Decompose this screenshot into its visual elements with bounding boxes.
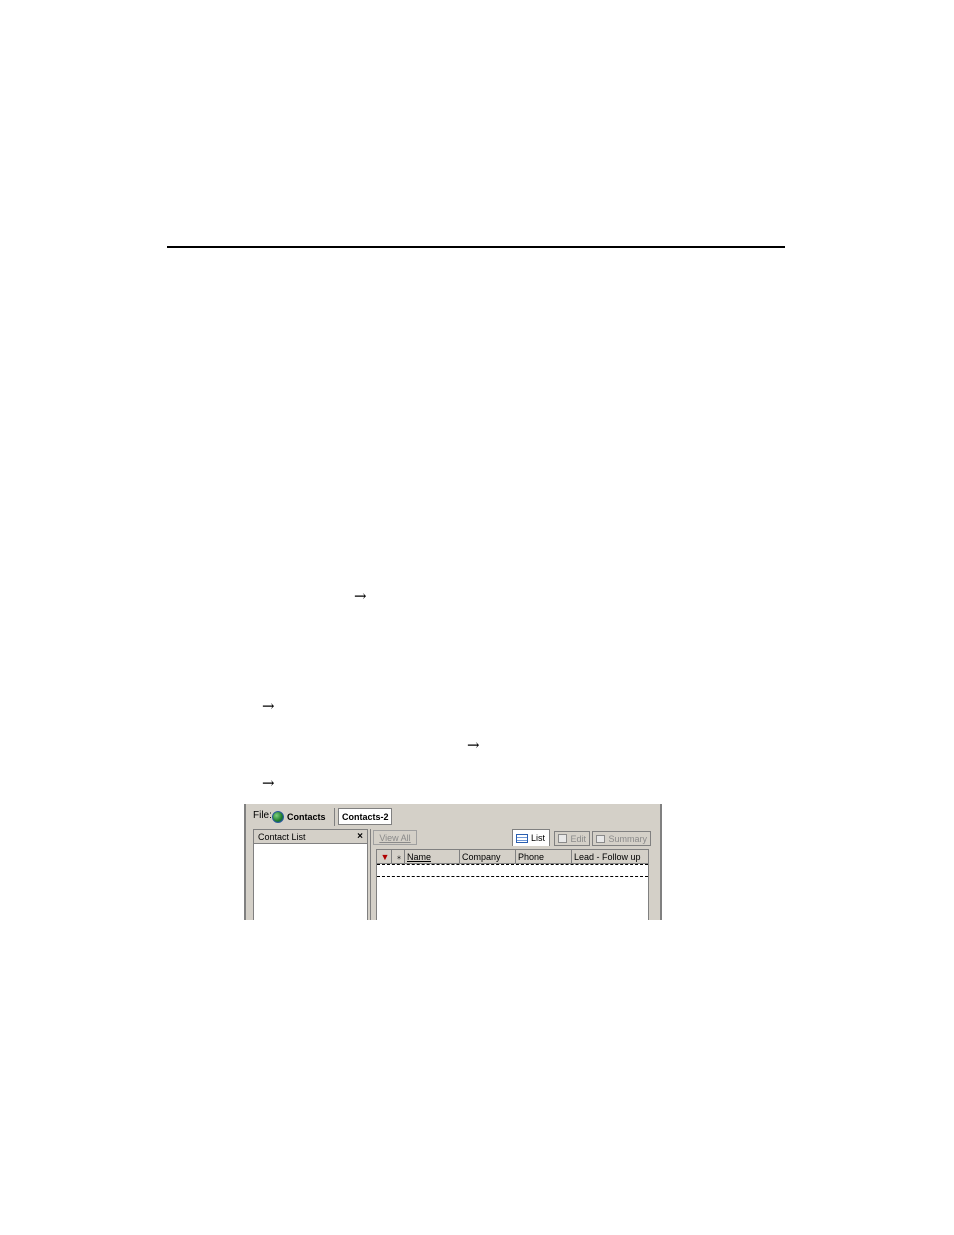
tab-edit[interactable]: Edit [554,831,590,846]
view-all-button[interactable]: View All [373,830,417,845]
pin-column-icon[interactable]: ⁎ [392,850,405,863]
list-view-icon [516,833,528,843]
file-label: File: [253,810,272,821]
column-header-phone[interactable]: Phone [516,850,572,863]
tab-summary[interactable]: Summary [592,831,651,846]
arrow-glyph: → [262,697,275,715]
tab-contacts-2-label: Contacts-2 [342,811,389,822]
tab-divider [334,808,335,826]
tab-contacts-label: Contacts [287,812,326,822]
tab-list[interactable]: List [512,829,550,846]
column-header-name[interactable]: Name [405,850,460,863]
table-row[interactable] [377,864,648,877]
tab-edit-label: Edit [570,833,586,844]
globe-icon [272,811,284,823]
flag-column-icon[interactable]: ▼ [377,850,392,863]
column-header-company[interactable]: Company [460,850,516,863]
tab-contacts[interactable]: Contacts [272,808,326,826]
arrow-glyph: → [354,587,367,605]
contact-list-panel: Contact List × [253,829,368,920]
contact-list-header: Contact List × [254,830,367,844]
arrow-glyph: → [262,774,275,792]
close-icon[interactable]: × [357,831,363,842]
edit-view-icon [558,834,568,843]
tab-summary-label: Summary [608,833,647,844]
header-rule [167,246,785,248]
contacts-window-screenshot: File: Contacts Contacts-2 Contact List ×… [244,804,662,920]
column-header-lead-follow-up[interactable]: Lead - Follow up [572,850,650,863]
tab-contacts-2[interactable]: Contacts-2 [338,808,392,825]
arrow-glyph: → [467,736,480,754]
contact-grid: ▼ ⁎ Name Company Phone Lead - Follow up [376,849,649,920]
grid-header: ▼ ⁎ Name Company Phone Lead - Follow up [377,850,648,864]
contact-list-title: Contact List [258,831,306,842]
summary-view-icon [596,834,606,843]
tab-list-label: List [531,833,546,843]
